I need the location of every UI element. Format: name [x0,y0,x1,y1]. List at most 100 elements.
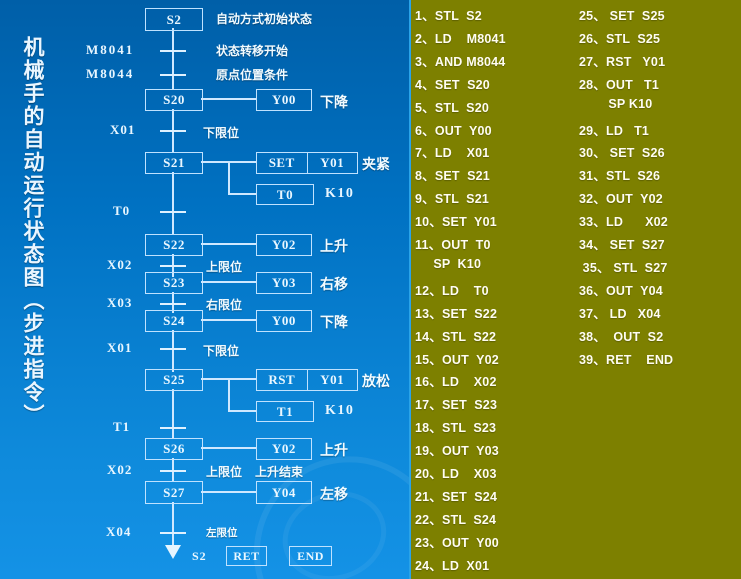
action-box-y02-b[interactable]: Y02 [256,438,312,460]
transition-tick [160,348,186,350]
transition-cond-m8044: M8044 [86,66,135,81]
action-note-clamp: 夹紧 [362,157,390,173]
instruction-row: 29、LD T1 [579,123,650,138]
step-label: S21 [163,155,185,170]
timer-label: T1 [276,403,294,419]
transition-cond-t1: T1 [113,419,131,434]
transition-tick [160,470,186,472]
action-device: Y01 [320,372,345,387]
instruction-row: 37、 LD X04 [579,306,661,321]
transition-note-x04: 左限位 [206,527,238,539]
action-box-t1[interactable]: T1 [256,401,314,422]
instruction-row: 24、LD X01 [415,558,490,573]
diagram-panel: 机械手的自动运行状态图（步进指令） S2 自动方式初始状态 M8041 状态转移… [0,0,411,579]
instruction-row: 27、RST Y01 [579,54,666,69]
instruction-row: 26、STL S25 [579,31,661,46]
sfc-state-diagram: S2 自动方式初始状态 M8041 状态转移开始 M8044 原点位置条件 S2… [0,0,411,579]
instruction-row: 25、 SET S25 [579,9,665,23]
action-branch-vline [228,378,230,411]
transition-cond-x04: X04 [106,524,132,539]
instruction-row: 35、 STL S27 [579,260,668,275]
return-arrow-icon [165,545,181,559]
instruction-row: 13、SET S22 [415,306,498,321]
transition-note-x01-b: 下限位 [203,344,240,358]
transition-cond-x01-b: X01 [107,340,133,355]
bus-line [172,389,174,439]
instruction-row: SP K10 [415,256,482,271]
instruction-list-panel: 1、STL S2 2、LD M8041 3、AND M8044 4、SET S20 5、… [411,0,741,579]
transition-note-x03: 右限位 [206,298,243,312]
action-link [201,98,256,100]
action-branch-vline [228,161,230,194]
step-box-s22[interactable]: S22 [145,234,203,256]
instruction-row: 5、STL S20 [415,100,490,115]
action-box-y00-b[interactable]: Y00 [256,310,312,332]
action-device: Y01 [320,155,345,170]
step-box-s24[interactable]: S24 [145,310,203,332]
bus-line [172,172,174,235]
step-label: S27 [163,484,185,500]
instruction-row: 39、RET END [579,352,674,367]
instruction-row: 28、OUT T1 [579,77,659,92]
step-label: S24 [163,313,185,328]
action-op: RST [257,370,308,390]
instruction-column-1: 1、STL S2 2、LD M8041 3、AND M8044 4、SET S20 5、… [415,0,580,579]
action-note-descend-1: 下降 [320,95,348,111]
step-box-s2[interactable]: S2 [145,8,203,31]
action-box-y03[interactable]: Y03 [256,272,312,294]
action-box-set-y01[interactable]: SET Y01 [256,152,358,174]
instruction-row: 23、OUT Y00 [415,535,499,550]
action-box-y02-a[interactable]: Y02 [256,234,312,256]
step-box-s26[interactable]: S26 [145,438,203,460]
step-box-s20[interactable]: S20 [145,89,203,111]
instruction-row: 20、LD X03 [415,467,497,481]
instruction-row: 30、 SET S26 [579,146,665,161]
instruction-row: 7、LD X01 [415,146,490,161]
step-label: S2 [166,11,182,27]
action-link [201,243,256,245]
step-box-s23[interactable]: S23 [145,272,203,294]
instruction-row: 2、LD M8041 [415,31,506,46]
bus-line [172,502,174,546]
action-label: Y02 [272,441,296,456]
transition-tick [160,130,186,132]
timer-label: T0 [276,186,294,202]
step-note-s2: 自动方式初始状态 [216,12,313,26]
action-note-move-left: 左移 [320,487,348,503]
instruction-row: 17、SET S23 [415,398,498,413]
action-note-descend-2: 下降 [320,315,348,331]
step-box-s21[interactable]: S21 [145,152,203,174]
step-label: S26 [163,441,185,456]
step-box-s27[interactable]: S27 [145,481,203,504]
ret-label: RET [233,548,260,563]
action-box-t0[interactable]: T0 [256,184,314,205]
transition-note-m8044: 原点位置条件 [216,68,289,82]
instruction-row: 9、STL S21 [415,192,490,207]
instruction-row: 21、SET S24 [415,489,498,504]
instruction-row: 34、 SET S27 [579,238,665,252]
transition-note-ascend-done: 上升结束 [255,465,304,479]
instruction-row: 1、STL S2 [415,9,482,23]
action-link [201,319,256,321]
action-note-release: 放松 [362,374,390,390]
action-box-y00-a[interactable]: Y00 [256,89,312,111]
transition-cond-x02-a: X02 [107,257,133,272]
action-box-rst-y01[interactable]: RST Y01 [256,369,358,391]
step-label: S22 [163,237,185,252]
instruction-column-2: 25、 SET S25 26、STL S25 27、RST Y01 28、OUT T1… [579,0,741,579]
end-instruction-box[interactable]: END [289,546,332,566]
action-label: Y04 [272,484,296,500]
bus-line [172,28,174,90]
transition-note-x02-b: 上限位 [206,465,243,479]
instruction-row: 32、OUT Y02 [579,192,663,207]
ret-instruction-box[interactable]: RET [226,546,267,566]
transition-note-m8041: 状态转移开始 [216,44,289,58]
step-box-s25[interactable]: S25 [145,369,203,391]
timer-preset-t1: K10 [325,403,355,418]
transition-cond-t0: T0 [113,203,131,218]
transition-cond-x03: X03 [107,295,133,310]
action-box-y04[interactable]: Y04 [256,481,312,504]
instruction-row: 22、STL S24 [415,512,497,527]
instruction-row: 19、OUT Y03 [415,444,499,459]
transition-note-x01-a: 下限位 [203,126,240,140]
